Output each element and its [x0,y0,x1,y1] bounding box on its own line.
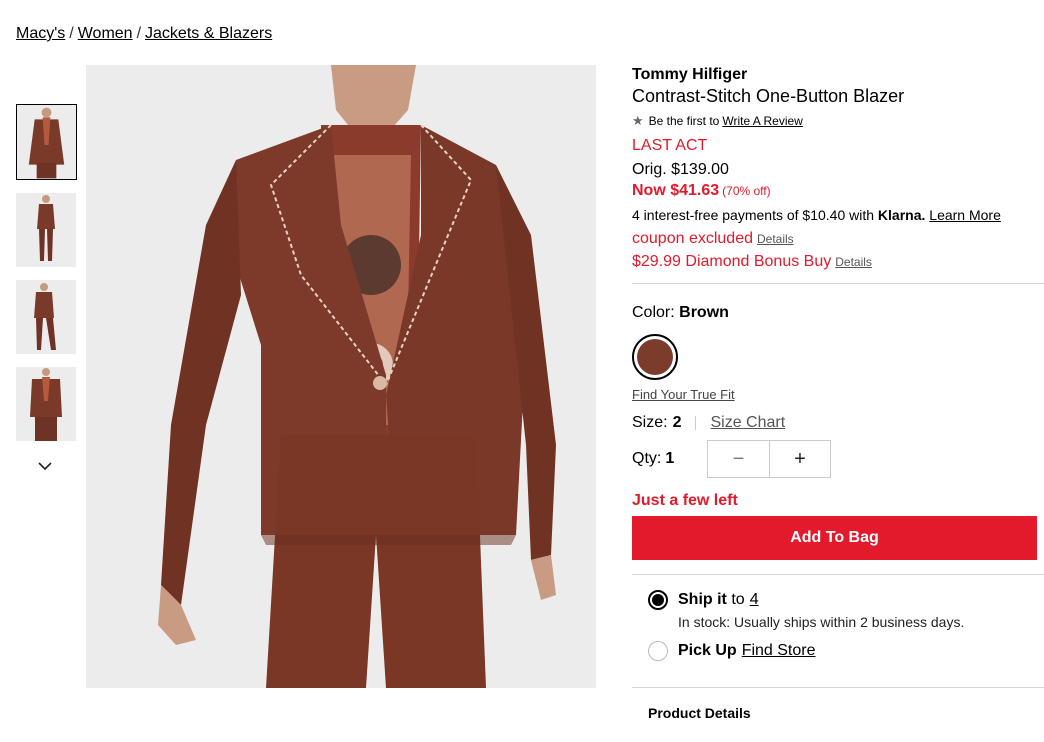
klarna-logo: Klarna. [877,207,926,223]
discount-percent: (70% off) [722,184,771,198]
ship-zip-link[interactable]: 4 [750,591,759,609]
sale-price: Now $41.63 (70% off) [632,181,1044,201]
coupon-text: coupon excluded [632,230,753,247]
blazer-model-image [86,65,596,688]
color-swatch-brown[interactable] [632,334,678,380]
breadcrumb-separator: / [136,25,142,42]
qty-value: 1 [665,450,675,467]
pick-up-label: Pick Up [678,642,737,659]
ship-it-option[interactable]: Ship it to 4 [648,590,1044,610]
review-prefix: Be the first to [648,114,720,128]
divider [695,416,697,430]
thumbnail-1[interactable] [16,104,77,180]
diamond-bonus-row: $29.99 Diamond Bonus Buy Details [632,252,1044,272]
ship-radio-selected[interactable] [648,590,668,610]
ship-it-label: Ship it [678,591,727,608]
stock-warning: Just a few left [632,492,738,509]
divider [632,687,1044,688]
product-thumbnail-image [16,193,76,267]
breadcrumb-macys[interactable]: Macy's [16,25,65,42]
color-label-text: Color: [632,304,675,321]
klarna-row: 4 interest-free payments of $10.40 with … [632,207,1044,224]
stock-status: In stock: Usually ships within 2 busines… [678,614,965,630]
quantity-row: Qty: 1 − + [632,440,1044,478]
thumbnail-4[interactable] [16,367,76,441]
product-thumbnail-image [17,105,76,179]
last-act-badge: LAST ACT [632,137,708,154]
color-swatch-fill [637,339,673,375]
qty-label: Qty: 1 [632,450,707,468]
diamond-bonus-text: $29.99 Diamond Bonus Buy [632,253,832,270]
pickup-radio[interactable] [648,641,668,661]
fulfillment-options: Ship it to 4 In stock: Usually ships with… [648,590,1044,661]
product-name: Contrast-Stitch One-Button Blazer [632,86,905,106]
klarna-learn-more-link[interactable]: Learn More [929,207,1001,223]
breadcrumb-jackets-blazers[interactable]: Jackets & Blazers [145,25,272,42]
diamond-details-link[interactable]: Details [835,255,872,269]
breadcrumb-separator: / [69,25,74,42]
product-details-heading[interactable]: Product Details [648,705,1044,721]
thumbnail-list [16,104,78,454]
product-thumbnail-image [16,280,76,354]
product-info: Tommy Hilfiger Contrast-Stitch One-Butto… [632,65,1044,721]
now-price: Now $41.63 [632,182,720,199]
size-chart-link[interactable]: Size Chart [710,414,785,432]
divider [632,283,1044,284]
chevron-down-icon[interactable] [38,461,52,471]
qty-label-text: Qty: [632,450,662,467]
thumbnail-3[interactable] [16,280,76,354]
coupon-details-link[interactable]: Details [757,232,794,246]
find-true-fit-link[interactable]: Find Your True Fit [632,387,735,402]
product-thumbnail-image [16,367,76,441]
coupon-row: coupon excluded Details [632,229,1044,249]
add-to-bag-button[interactable]: Add To Bag [632,516,1037,560]
qty-decrease-button[interactable]: − [708,441,769,477]
quantity-stepper: − + [707,440,831,478]
write-review-link[interactable]: Write A Review [722,114,802,128]
size-label: Size: [632,414,668,431]
find-store-link[interactable]: Find Store [742,642,816,660]
klarna-text: 4 interest-free payments of $10.40 with [632,207,875,223]
breadcrumb-women[interactable]: Women [78,25,133,42]
size-row: Size: 2 Size Chart [632,414,1044,432]
ship-to-text: to [731,591,745,608]
divider [632,574,1044,575]
size-value: 2 [672,414,682,431]
thumbnail-2[interactable] [16,193,76,267]
pick-up-option[interactable]: Pick Up Find Store [648,641,1044,661]
qty-increase-button[interactable]: + [769,441,830,477]
original-price: Orig. $139.00 [632,161,729,178]
review-row: ★ Be the first to Write A Review [632,113,1044,129]
main-product-image [86,65,596,688]
brand-name[interactable]: Tommy Hilfiger [632,65,1044,84]
color-label: Color: Brown [632,304,1044,322]
star-icon: ★ [632,113,644,128]
color-value: Brown [679,304,729,321]
breadcrumb: Macy's / Women / Jackets & Blazers [16,25,272,43]
